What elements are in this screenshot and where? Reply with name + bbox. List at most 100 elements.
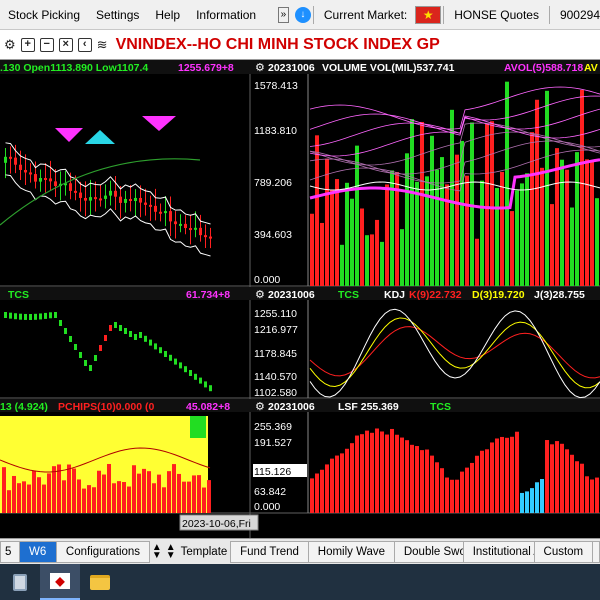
tcs-candle [114,322,117,328]
lsf-bar [380,431,384,513]
lsf-bar [370,432,374,513]
pchips-value: 45.082+8 [186,401,230,413]
price-candle [9,156,12,159]
tab-template[interactable]: Template [177,541,232,563]
minus-icon[interactable]: − [39,37,54,52]
pchips-bar [52,466,56,513]
menu-bar: Stock Picking Settings Help Information … [0,0,600,30]
pchips-bar [152,483,156,513]
kdj-label: KDJ [384,289,405,301]
lsf-bar [525,491,529,513]
price-candle [29,172,32,175]
lsf-bar [390,428,394,513]
volume-bars [309,81,600,287]
tcs-candle [89,365,92,371]
tab-fund-trend[interactable]: Fund Trend [230,540,309,563]
lsf-bar [350,443,354,513]
menu-stock-picking[interactable]: Stock Picking [0,8,88,22]
pchips-label: PCHIPS(10)0.000 (0 [58,401,154,413]
quotes-label[interactable]: HONSE Quotes [446,8,547,22]
tcs-candle [104,335,107,341]
pchips-bar [32,470,36,513]
menu-information[interactable]: Information [188,8,264,22]
scroll-right-icon[interactable]: » [277,6,289,23]
lsf-bar [355,435,359,513]
layers-icon[interactable]: ≋ [97,37,108,53]
lsf-axis-4: 63.842 [254,486,286,498]
lsf-bar [325,464,329,513]
calculator-icon[interactable] [0,564,40,600]
lsf-bar [425,449,429,513]
price-candle [4,156,7,163]
tab-institutional[interactable]: Institutional A [462,540,535,563]
tcs-candle [199,377,202,384]
sort-arrows-icon[interactable]: ▲ ▼ [150,542,164,560]
tcs-candle [24,313,27,320]
volume-axis-4: 394.603 [254,229,292,241]
menu-help[interactable]: Help [147,8,188,22]
menu-separator [548,5,550,24]
price-candle [189,228,192,231]
tab-extra[interactable] [592,540,600,563]
pchips-bar [132,465,136,513]
tab-configurations[interactable]: Configurations [55,540,150,563]
chart-toolbar: ⚙ + − × ‹ ≋ VNINDEX--HO CHI MINH STOCK I… [0,30,600,60]
volume-bar [490,121,494,287]
tab-homily-wave[interactable]: Homily Wave [307,540,395,563]
add-icon[interactable]: + [20,37,35,52]
tcs-left-label: TCS [8,289,29,301]
price-candle [169,211,172,222]
volume-bar [385,184,389,286]
tab-double-sword[interactable]: Double Sword [393,540,464,563]
pchips-bar [147,471,151,513]
close-icon[interactable]: × [58,37,73,52]
price-candle [199,227,202,236]
lsf-bar [590,479,594,513]
folder-icon[interactable] [80,564,120,600]
cloud-icon[interactable]: ↓ [294,6,311,23]
price-candle [159,211,162,214]
pchips-bar [62,480,66,513]
price-band-lower [5,174,211,257]
pchips-bar [137,473,141,513]
tab-custom[interactable]: Custom [533,540,594,563]
menu-settings[interactable]: Settings [88,8,147,22]
tcs-candle [84,360,87,366]
vietnam-flag-icon[interactable]: ★ [415,5,442,24]
gear-icon[interactable]: ⚙ [255,62,265,74]
kdj-lines [309,308,600,399]
lsf-bar [520,492,524,513]
tcs-candle [174,358,177,365]
pchips-bar-green [190,416,206,438]
lsf-bar [595,477,599,513]
lsf-bar [585,476,589,513]
collapse-icon[interactable]: ‹ [77,37,92,52]
menu-separator [443,5,445,24]
volume-bar [500,171,504,286]
gear-icon[interactable]: ⚙ [255,401,265,413]
sort-arrows-icon[interactable]: ▲ ▼ [164,542,178,560]
gear-icon[interactable]: ⚙ [4,37,16,53]
volume-bar [310,213,314,286]
tab-left-fragment[interactable]: 5 [0,540,20,563]
volume-bar [585,159,589,286]
price-candle [134,197,137,202]
volume-bar [320,222,324,286]
volume-bar [505,81,509,286]
tcs-candle [164,351,167,357]
tcs-candle [14,313,17,320]
price-candle [144,202,147,205]
tab-w6[interactable]: W6 [18,540,57,563]
tcs-candle [149,339,152,346]
volume-bar [485,123,489,286]
volume-bar [360,208,364,286]
lsf-bar [555,441,559,513]
lsf-bar [515,431,519,513]
tcs-candle [9,312,12,319]
gear-icon[interactable]: ⚙ [255,289,265,301]
kdj-axis-2: 1216.977 [254,324,298,336]
stock-app-icon[interactable]: ◆ [40,564,80,600]
volume-bar [495,187,499,286]
lsf-bar [360,434,364,513]
lsf-bar [385,434,389,513]
